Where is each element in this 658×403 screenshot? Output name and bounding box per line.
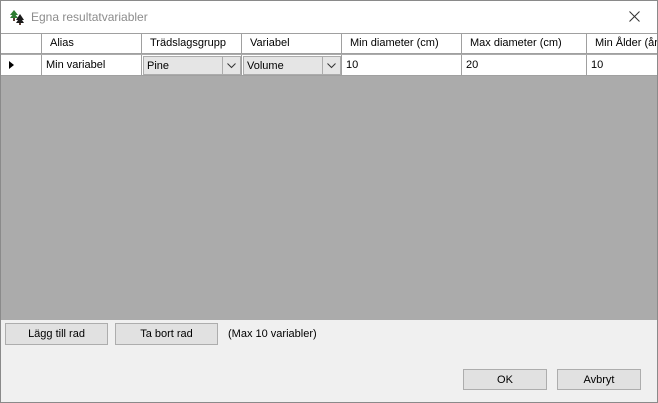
column-header-alias[interactable]: Alias [42,34,142,54]
min-diameter-cell[interactable]: 10 [342,55,462,76]
min-alder-cell[interactable]: 10 [587,55,657,76]
tradslagsgrupp-combo[interactable]: Pine [143,56,241,75]
grid-header-row: Alias Trädslagsgrupp Variabel Min diamet… [1,34,657,54]
column-header-variabel[interactable]: Variabel [242,34,342,54]
max-diameter-cell[interactable]: 20 [462,55,587,76]
close-button[interactable] [611,1,657,32]
close-icon [628,11,640,22]
tree-icon [10,10,24,25]
chevron-down-icon [327,62,336,68]
ok-button[interactable]: OK [463,369,547,390]
variables-grid[interactable]: Alias Trädslagsgrupp Variabel Min diamet… [1,33,657,320]
current-row-arrow-icon [9,61,14,69]
row-header-cell[interactable] [1,55,42,76]
variabel-combo[interactable]: Volume [243,56,341,75]
title-bar: Egna resultatvariabler [1,1,657,33]
variabel-value: Volume [247,60,284,72]
chevron-down-icon [227,62,236,68]
variabel-dropdown-button[interactable] [322,57,340,74]
remove-row-button[interactable]: Ta bort rad [115,323,218,345]
max-variables-note: (Max 10 variabler) [228,328,317,340]
tradslagsgrupp-value: Pine [147,60,170,72]
add-row-button[interactable]: Lägg till rad [5,323,108,345]
cancel-button[interactable]: Avbryt [557,369,641,390]
alias-cell[interactable]: Min variabel [42,55,142,76]
tradslagsgrupp-cell: Pine [142,55,242,76]
column-header-min-alder[interactable]: Min Ålder (år) [587,34,657,54]
column-header-min-diameter[interactable]: Min diameter (cm) [342,34,462,54]
column-header-max-diameter[interactable]: Max diameter (cm) [462,34,587,54]
dialog-window: Egna resultatvariabler Alias Trädslagsgr… [0,0,658,403]
tradslagsgrupp-dropdown-button[interactable] [222,57,240,74]
window-title: Egna resultatvariabler [31,10,148,24]
column-header-tradslagsgrupp[interactable]: Trädslagsgrupp [142,34,242,54]
corner-header-cell[interactable] [1,34,42,54]
table-row: Min variabel Pine Volume 10 20 10 [1,55,657,76]
variabel-cell: Volume [242,55,342,76]
